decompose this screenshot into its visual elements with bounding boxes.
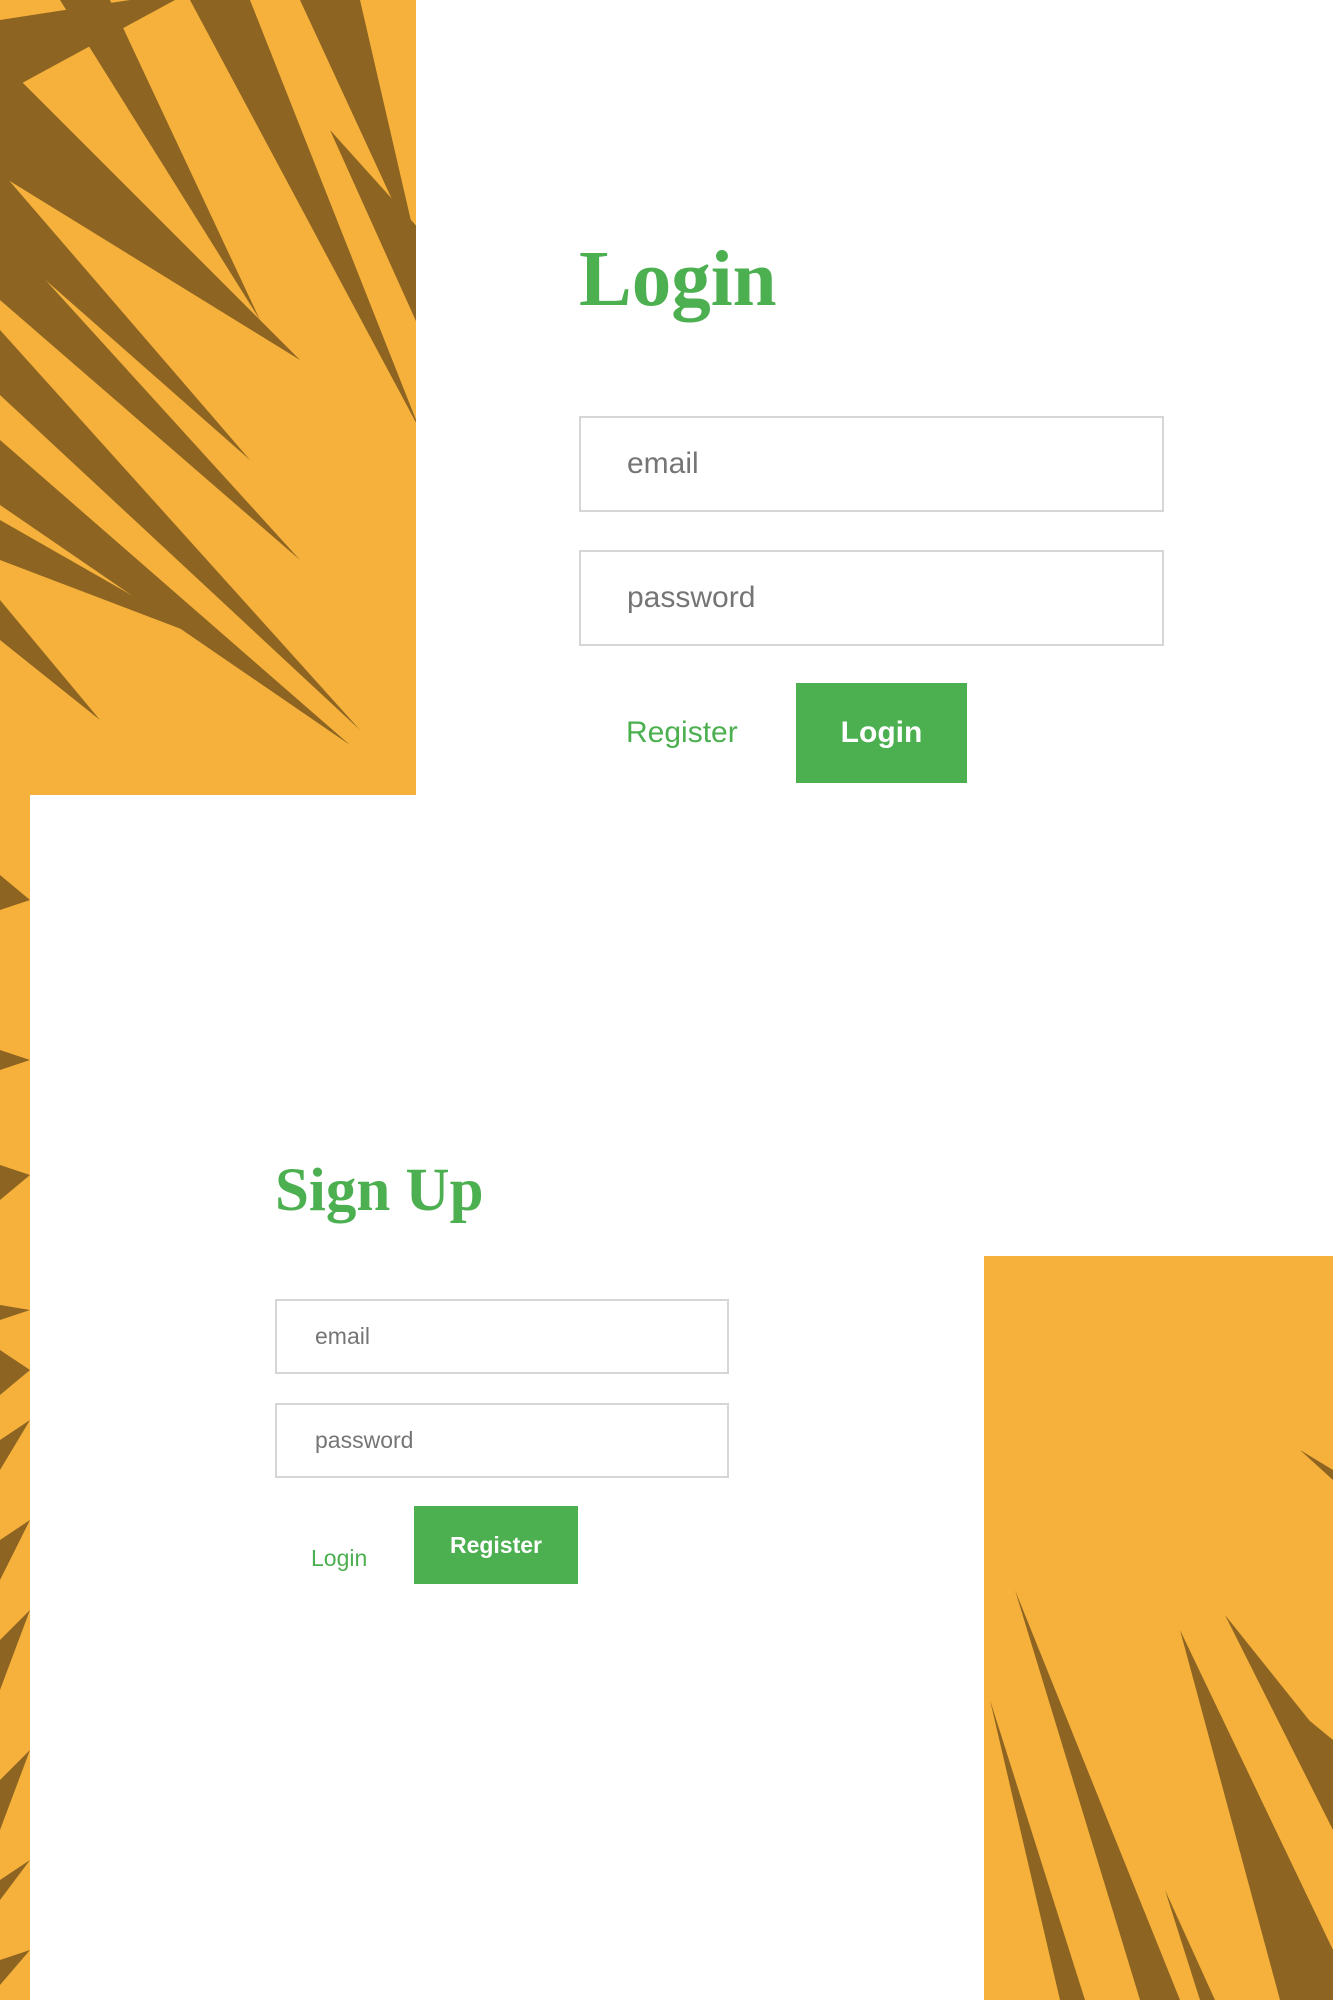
register-link[interactable]: Register (626, 716, 738, 750)
signup-panel: Sign Up Login Register (30, 795, 984, 2000)
register-button[interactable]: Register (414, 1506, 578, 1584)
login-email-input[interactable] (579, 416, 1164, 512)
signup-title: Sign Up (275, 1157, 484, 1224)
login-button[interactable]: Login (796, 683, 967, 783)
signup-password-input[interactable] (275, 1403, 729, 1478)
login-password-input[interactable] (579, 550, 1164, 646)
login-link[interactable]: Login (311, 1545, 367, 1572)
login-title: Login (579, 236, 777, 323)
signup-email-input[interactable] (275, 1299, 729, 1374)
